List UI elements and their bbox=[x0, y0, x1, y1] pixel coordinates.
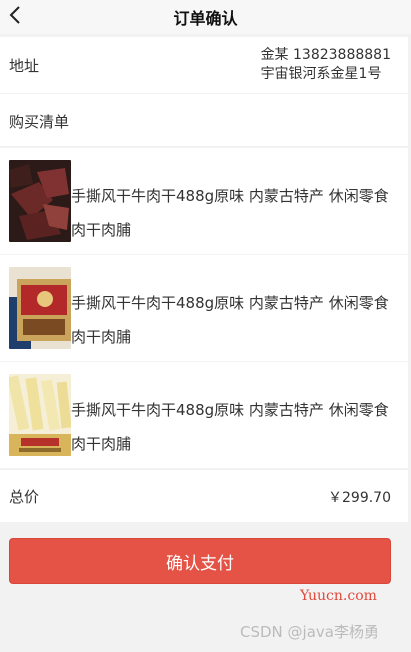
list-item[interactable]: 手撕风干牛肉干488g原味 内蒙古特产 休闲零食 肉干肉脯 bbox=[0, 362, 408, 468]
watermark-yuucn: Yuucn.com bbox=[300, 588, 377, 604]
purchase-list-label: 购买清单 bbox=[9, 113, 70, 131]
top-bar: 订单确认 bbox=[0, 0, 411, 34]
address-name-phone: 金某 13823888881 bbox=[260, 47, 391, 63]
total-price: ￥299.70 bbox=[328, 490, 391, 506]
total-row: 总价 ￥299.70 bbox=[0, 470, 408, 522]
watermark-csdn: CSDN @java李杨勇 bbox=[240, 623, 379, 641]
purchase-list-header: 购买清单 bbox=[0, 94, 408, 146]
address-info: 金某 13823888881 宇宙银河系金星1号 bbox=[261, 46, 391, 84]
address-row[interactable]: 地址 金某 13823888881 宇宙银河系金星1号 bbox=[0, 37, 408, 93]
address-detail: 宇宙银河系金星1号 bbox=[260, 66, 382, 82]
list-item[interactable]: 手撕风干牛肉干488g原味 内蒙古特产 休闲零食 肉干肉脯 bbox=[0, 148, 408, 254]
total-label: 总价 bbox=[9, 488, 40, 506]
confirm-pay-button[interactable]: 确认支付 bbox=[9, 538, 391, 584]
product-thumbnail bbox=[9, 374, 71, 456]
page-title: 订单确认 bbox=[173, 9, 238, 28]
list-item[interactable]: 手撕风干牛肉干488g原味 内蒙古特产 休闲零食 肉干肉脯 bbox=[0, 255, 408, 361]
back-chevron-icon[interactable] bbox=[4, 3, 26, 27]
address-label: 地址 bbox=[9, 57, 40, 75]
product-name: 手撕风干牛肉干488g原味 内蒙古特产 休闲零食 肉干肉脯 bbox=[71, 187, 389, 239]
product-name: 手撕风干牛肉干488g原味 内蒙古特产 休闲零食 肉干肉脯 bbox=[71, 294, 389, 346]
product-thumbnail bbox=[9, 160, 71, 242]
product-thumbnail bbox=[9, 267, 71, 349]
product-name: 手撕风干牛肉干488g原味 内蒙古特产 休闲零食 肉干肉脯 bbox=[71, 401, 389, 453]
